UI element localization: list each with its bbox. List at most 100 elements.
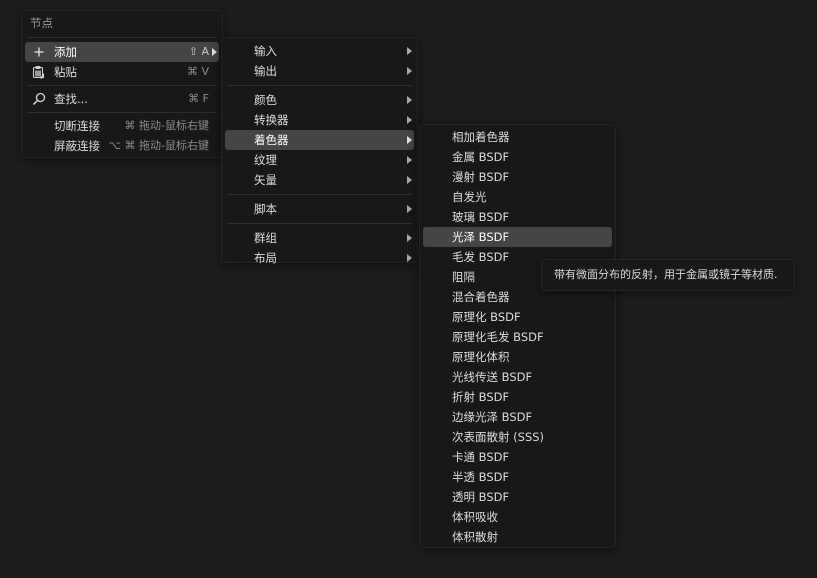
menu-item-texture[interactable]: 纹理 bbox=[225, 150, 414, 170]
shader-item[interactable]: 原理化毛发 BSDF bbox=[423, 327, 612, 347]
background-dot bbox=[668, 242, 669, 243]
submenu-arrow-icon bbox=[407, 176, 412, 184]
shader-item-label: 体积吸收 bbox=[452, 510, 498, 524]
submenu-arrow-icon bbox=[407, 136, 412, 144]
submenu-arrow-icon bbox=[407, 254, 412, 262]
shader-item[interactable]: 相加着色器 bbox=[423, 127, 612, 147]
shader-item-label: 原理化体积 bbox=[452, 350, 510, 364]
shader-item[interactable]: 自发光 bbox=[423, 187, 612, 207]
shader-item-label: 半透 BSDF bbox=[452, 470, 510, 484]
shader-item-label: 玻璃 BSDF bbox=[452, 210, 510, 224]
shader-item[interactable]: 玻璃 BSDF bbox=[423, 207, 612, 227]
shader-item[interactable]: 原理化 BSDF bbox=[423, 307, 612, 327]
add-submenu: 输入 输出 颜色 转换器 着色器 纹理 矢量 脚本 群组 布局 bbox=[221, 37, 418, 265]
shader-item-label: 阻隔 bbox=[452, 270, 475, 284]
submenu-arrow-icon bbox=[407, 156, 412, 164]
shader-item-label: 金属 BSDF bbox=[452, 150, 510, 164]
shader-item[interactable]: 半透 BSDF bbox=[423, 467, 612, 487]
shader-item-label: 边缘光泽 BSDF bbox=[452, 410, 533, 424]
menu-item-label: 布局 bbox=[254, 251, 277, 265]
submenu-arrow-icon bbox=[407, 67, 412, 75]
menu-item-shader[interactable]: 着色器 bbox=[225, 130, 414, 150]
tooltip: 带有微面分布的反射，用于金属或镜子等材质. bbox=[541, 259, 795, 291]
menu-item-find-shortcut: ⌘ F bbox=[188, 92, 209, 105]
plus-icon bbox=[34, 47, 44, 57]
menu-item-mute-links[interactable]: 屏蔽连接 ⌥ ⌘ 拖动-鼠标右键 bbox=[25, 136, 219, 156]
shader-item-label: 漫射 BSDF bbox=[452, 170, 510, 184]
shader-item-label: 光泽 BSDF bbox=[452, 230, 510, 244]
menu-item-add-label: 添加 bbox=[54, 45, 77, 59]
paste-icon bbox=[32, 66, 45, 80]
separator bbox=[227, 223, 412, 224]
shader-submenu: 相加着色器 金属 BSDF 漫射 BSDF 自发光 玻璃 BSDF 光泽 BSD… bbox=[419, 124, 616, 548]
shader-item[interactable]: 透明 BSDF bbox=[423, 487, 612, 507]
separator bbox=[27, 37, 217, 38]
shader-item[interactable]: 体积吸收 bbox=[423, 507, 612, 527]
menu-item-layout[interactable]: 布局 bbox=[225, 248, 414, 268]
menu-item-find[interactable]: 查找... ⌘ F bbox=[25, 89, 219, 109]
menu-item-color[interactable]: 颜色 bbox=[225, 90, 414, 110]
shader-item[interactable]: 金属 BSDF bbox=[423, 147, 612, 167]
menu-item-mute-links-shortcut: ⌥ ⌘ 拖动-鼠标右键 bbox=[108, 139, 209, 152]
menu-item-label: 脚本 bbox=[254, 202, 277, 216]
menu-item-label: 转换器 bbox=[254, 113, 289, 127]
submenu-arrow-icon bbox=[407, 205, 412, 213]
shader-item[interactable]: 卡通 BSDF bbox=[423, 447, 612, 467]
submenu-arrow-icon bbox=[407, 234, 412, 242]
menu-item-cut-links[interactable]: 切断连接 ⌘ 拖动-鼠标右键 bbox=[25, 116, 219, 136]
menu-item-group[interactable]: 群组 bbox=[225, 228, 414, 248]
submenu-arrow-icon bbox=[407, 116, 412, 124]
shader-item-label: 毛发 BSDF bbox=[452, 250, 510, 264]
menu-item-vector[interactable]: 矢量 bbox=[225, 170, 414, 190]
background-dot bbox=[96, 495, 97, 496]
separator bbox=[27, 112, 217, 113]
background-dot bbox=[180, 242, 181, 243]
menu-item-paste-label: 粘贴 bbox=[54, 65, 77, 79]
node-menu-title: 节点 bbox=[30, 16, 53, 30]
shader-item-label: 次表面散射 (SSS) bbox=[452, 430, 545, 444]
shader-item[interactable]: 次表面散射 (SSS) bbox=[423, 427, 612, 447]
background-dot bbox=[668, 410, 669, 411]
menu-item-find-label: 查找... bbox=[54, 92, 88, 106]
menu-item-add[interactable]: 添加 ⇧ A bbox=[25, 42, 219, 62]
shader-item-label: 光线传送 BSDF bbox=[452, 370, 533, 384]
menu-item-add-shortcut: ⇧ A bbox=[188, 45, 209, 58]
menu-item-label: 群组 bbox=[254, 231, 277, 245]
menu-item-cut-links-shortcut: ⌘ 拖动-鼠标右键 bbox=[124, 119, 209, 132]
menu-item-label: 着色器 bbox=[254, 133, 289, 147]
background-dot bbox=[668, 328, 669, 329]
menu-item-paste[interactable]: 粘贴 ⌘ V bbox=[25, 62, 219, 82]
menu-item-script[interactable]: 脚本 bbox=[225, 199, 414, 219]
menu-item-converter[interactable]: 转换器 bbox=[225, 110, 414, 130]
shader-item-label: 相加着色器 bbox=[452, 130, 510, 144]
background-dot bbox=[382, 495, 383, 496]
shader-item[interactable]: 体积散射 bbox=[423, 527, 612, 547]
separator bbox=[227, 194, 412, 195]
submenu-arrow-icon bbox=[407, 96, 412, 104]
shader-item-label: 自发光 bbox=[452, 190, 487, 204]
shader-item-label: 原理化毛发 BSDF bbox=[452, 330, 544, 344]
shader-item-label: 折射 BSDF bbox=[452, 390, 510, 404]
shader-item[interactable]: 原理化体积 bbox=[423, 347, 612, 367]
shader-item-label: 混合着色器 bbox=[452, 290, 510, 304]
shader-item-label: 体积散射 bbox=[452, 530, 498, 544]
shader-item[interactable]: 折射 BSDF bbox=[423, 387, 612, 407]
menu-item-label: 输出 bbox=[254, 64, 277, 78]
submenu-arrow-icon bbox=[407, 47, 412, 55]
shader-item-glossy[interactable]: 光泽 BSDF bbox=[423, 227, 612, 247]
shader-item-label: 透明 BSDF bbox=[452, 490, 510, 504]
submenu-arrow-icon bbox=[212, 48, 217, 56]
node-menu: 节点 添加 ⇧ A 粘贴 ⌘ V 查找... ⌘ F 切断连接 ⌘ 拖动-鼠标右… bbox=[21, 10, 223, 158]
background-dot bbox=[96, 328, 97, 329]
separator bbox=[27, 85, 217, 86]
shader-item-label: 原理化 BSDF bbox=[452, 310, 521, 324]
menu-item-input[interactable]: 输入 bbox=[225, 41, 414, 61]
shader-item[interactable]: 边缘光泽 BSDF bbox=[423, 407, 612, 427]
menu-item-label: 输入 bbox=[254, 44, 277, 58]
magnifier-icon bbox=[32, 92, 46, 106]
menu-item-output[interactable]: 输出 bbox=[225, 61, 414, 81]
shader-item[interactable]: 漫射 BSDF bbox=[423, 167, 612, 187]
shader-item-label: 卡通 BSDF bbox=[452, 450, 510, 464]
shader-item[interactable]: 光线传送 BSDF bbox=[423, 367, 612, 387]
menu-item-label: 纹理 bbox=[254, 153, 277, 167]
